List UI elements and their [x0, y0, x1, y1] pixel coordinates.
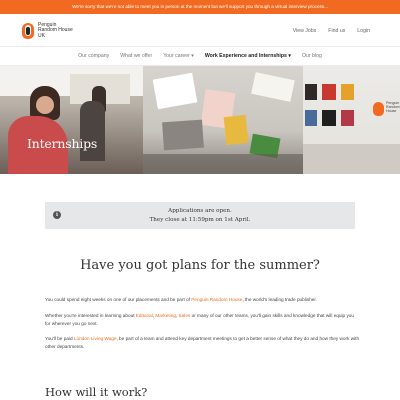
logo-wordmark: Penguin Random House UK: [38, 22, 78, 39]
info-icon: i: [53, 211, 61, 219]
hero-panel-office: [0, 66, 143, 174]
main-navigation: Our company What we offer Your career ▾ …: [0, 46, 400, 66]
pay-paragraph: You'll be paid London Living Wage, be pa…: [45, 335, 360, 350]
marketing-link[interactable]: Marketing: [155, 313, 176, 318]
penguin-random-house-link[interactable]: Penguin Random House: [191, 297, 242, 302]
nav-item-work-experience[interactable]: Work Experience and Internships ▾: [205, 53, 291, 59]
logo-text-line3: UK: [38, 32, 45, 39]
nav-item-our-company[interactable]: Our company: [78, 53, 109, 59]
page-heading: Have you got plans for the summer?: [80, 258, 320, 273]
how-will-it-work-heading: How will it work?: [45, 385, 148, 399]
nav-item-our-blog[interactable]: Our blog: [302, 53, 322, 59]
find-us-link[interactable]: Find us: [328, 28, 345, 34]
editorial-link[interactable]: Editorial: [136, 313, 153, 318]
hero-image-collage: Penguin Random House: [0, 66, 400, 174]
penguin-random-house-logo[interactable]: Penguin Random House UK: [22, 22, 78, 40]
p1-text-a: You could spend eight weeks on one of ou…: [45, 297, 192, 302]
p2-text-a: Whether you're interested in learning ab…: [45, 313, 136, 318]
notice-line1: Applications are open.: [168, 208, 232, 214]
sales-link[interactable]: Sales: [179, 313, 191, 318]
login-link[interactable]: Login: [357, 28, 370, 34]
site-header: Penguin Random House UK View Jobs Find u…: [0, 14, 400, 46]
view-jobs-link[interactable]: View Jobs: [293, 28, 317, 34]
applications-notice: i Applications are open. They close at 1…: [45, 202, 355, 229]
announcement-banner: We're sorry that we're not able to meet …: [0, 0, 400, 14]
london-living-wage-link[interactable]: London Living Wage: [74, 336, 117, 341]
intro-paragraph: You could spend eight weeks on one of ou…: [45, 296, 360, 304]
hero-title: Internships: [27, 136, 98, 151]
utility-nav: View Jobs Find us Login: [293, 28, 370, 34]
penguin-logo-icon: [22, 23, 34, 40]
nav-item-what-we-offer[interactable]: What we offer: [120, 53, 152, 59]
hero-panel-desk: [143, 66, 303, 174]
teams-paragraph: Whether you're interested in learning ab…: [45, 312, 360, 327]
p3-text-a: You'll be paid: [45, 336, 74, 341]
notice-line2: They close at 11:59pm on 1st April.: [149, 216, 251, 223]
p1-text-b: , the world's leading trade publisher.: [242, 297, 318, 302]
hero-panel-gallery: Penguin Random House: [303, 66, 400, 174]
nav-item-your-career[interactable]: Your career ▾: [163, 53, 194, 59]
